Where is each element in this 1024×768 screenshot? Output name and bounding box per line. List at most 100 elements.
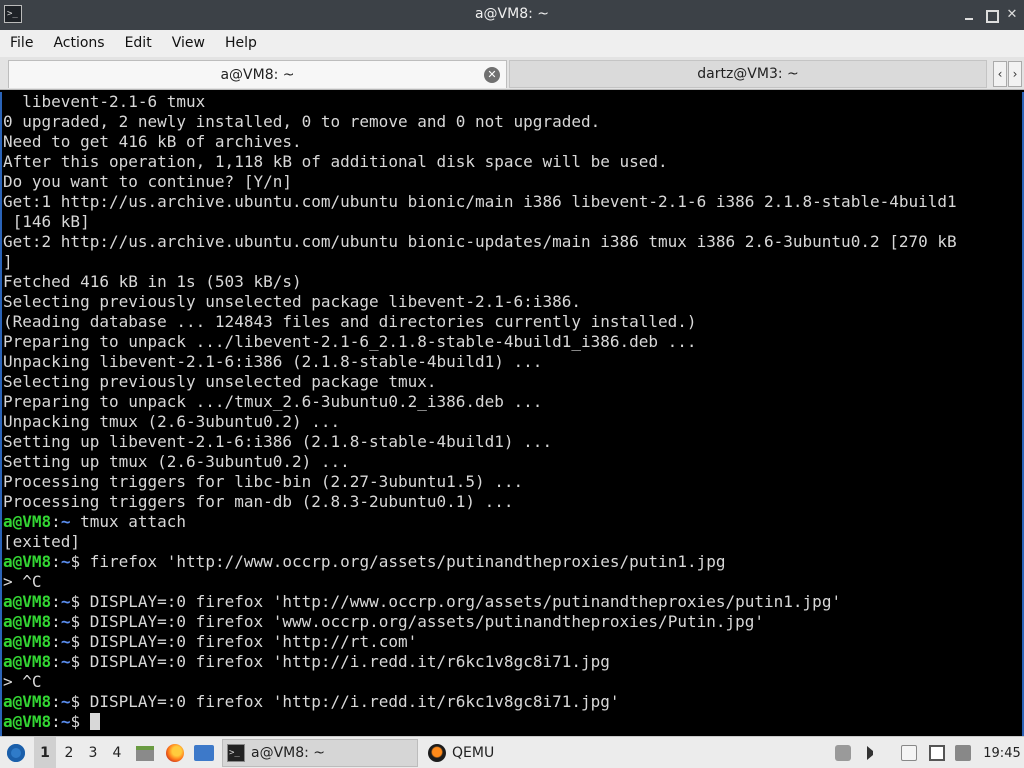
menu-view[interactable]: View (162, 30, 215, 57)
terminal-line: Processing triggers for man-db (2.8.3-2u… (2, 492, 1022, 512)
terminal-line: a@VM8:~$ DISPLAY=:0 firefox 'www.occrp.o… (2, 612, 1022, 632)
prompt-user-host: a@VM8 (3, 692, 52, 711)
prompt-user-host: a@VM8 (3, 592, 52, 611)
prompt-path: ~ (60, 592, 71, 611)
prompt-path: ~ (60, 632, 71, 651)
prompt-path: ~ (60, 712, 71, 731)
tab-label: a@VM8: ~ (220, 66, 295, 83)
terminal-line-text: Processing triggers for libc-bin (2.27-3… (3, 472, 524, 491)
terminal-line-text: Selecting previously unselected package … (3, 372, 437, 391)
terminal-line: Selecting previously unselected package … (2, 372, 1022, 392)
network-icon[interactable] (926, 737, 948, 768)
window-titlebar[interactable]: >_ a@VM8: ~ ✕ (0, 0, 1024, 30)
prompt-user-host: a@VM8 (3, 652, 52, 671)
terminal-line: > ^C (2, 672, 1022, 692)
prompt-path: ~ (60, 612, 71, 631)
workspace-1-button[interactable]: 1 (34, 737, 56, 768)
terminal-line-text: Preparing to unpack .../tmux_2.6-3ubuntu… (3, 392, 543, 411)
terminal-line: After this operation, 1,118 kB of additi… (2, 152, 1022, 172)
terminal-line-text: ] (3, 252, 13, 271)
tab-scroll-left-button[interactable]: ‹ (993, 61, 1007, 87)
terminal-line-text: $ DISPLAY=:0 firefox 'http://www.occrp.o… (70, 592, 842, 611)
screenshot-icon[interactable] (832, 737, 854, 768)
terminal-line-text: Processing triggers for man-db (2.8.3-2u… (3, 492, 514, 511)
menu-file[interactable]: File (0, 30, 43, 57)
tab-a-vm8[interactable]: a@VM8: ~ ✕ (8, 60, 507, 88)
tab-bar: a@VM8: ~ ✕ dartz@VM3: ~ ‹ › (0, 57, 1024, 90)
update-icon[interactable] (952, 737, 974, 768)
terminal-line-text: 0 upgraded, 2 newly installed, 0 to remo… (3, 112, 601, 131)
tab-dartz-vm3[interactable]: dartz@VM3: ~ (509, 60, 987, 88)
tab-label: dartz@VM3: ~ (697, 66, 799, 82)
start-menu-icon[interactable] (4, 737, 28, 768)
terminal-line-text: [exited] (3, 532, 81, 551)
terminal-line: libevent-2.1-6 tmux (2, 92, 1022, 112)
prompt-path: ~ (60, 652, 71, 671)
terminal-line: Unpacking libevent-2.1-6:i386 (2.1.8-sta… (2, 352, 1022, 372)
show-desktop-icon[interactable] (191, 737, 217, 768)
prompt-separator: : (51, 512, 61, 531)
menu-actions[interactable]: Actions (43, 30, 114, 57)
terminal-line-text: Get:2 http://us.archive.ubuntu.com/ubunt… (3, 232, 957, 251)
terminal-line: a@VM8:~ tmux attach (2, 512, 1022, 532)
terminal-line-text: After this operation, 1,118 kB of additi… (3, 152, 668, 171)
terminal-line: Unpacking tmux (2.6-3ubuntu0.2) ... (2, 412, 1022, 432)
terminal-cursor (89, 713, 100, 730)
terminal-line-text: tmux attach (70, 512, 187, 531)
maximize-icon[interactable] (984, 8, 999, 23)
terminal-line: Preparing to unpack .../tmux_2.6-3ubuntu… (2, 392, 1022, 412)
prompt-user-host: a@VM8 (3, 512, 52, 531)
prompt-separator: : (51, 592, 61, 611)
workspace-4-button[interactable]: 4 (106, 737, 128, 768)
terminal-line: Processing triggers for libc-bin (2.27-3… (2, 472, 1022, 492)
prompt-user-host: a@VM8 (3, 632, 52, 651)
terminal-line-text: $ (70, 712, 90, 731)
prompt-separator: : (51, 552, 61, 571)
terminal-line: Do you want to continue? [Y/n] (2, 172, 1022, 192)
taskbar-task-qemu[interactable]: QEMU (424, 739, 620, 767)
task-label: a@VM8: ~ (251, 745, 326, 761)
terminal-line-text: Preparing to unpack .../libevent-2.1-6_2… (3, 332, 697, 351)
terminal-line-text: Fetched 416 kB in 1s (503 kB/s) (3, 272, 302, 291)
terminal-line: a@VM8:~$ firefox 'http://www.occrp.org/a… (2, 552, 1022, 572)
firefox-icon[interactable] (162, 737, 188, 768)
terminal-line-text: (Reading database ... 124843 files and d… (3, 312, 697, 331)
terminal-line: Fetched 416 kB in 1s (503 kB/s) (2, 272, 1022, 292)
prompt-path: ~ (60, 692, 71, 711)
terminal-line-text: Get:1 http://us.archive.ubuntu.com/ubunt… (3, 192, 957, 211)
terminal-line: a@VM8:~$ DISPLAY=:0 firefox 'http://www.… (2, 592, 1022, 612)
terminal-line: a@VM8:~$ DISPLAY=:0 firefox 'http://i.re… (2, 692, 1022, 712)
volume-icon[interactable] (862, 737, 884, 768)
clipboard-icon[interactable] (898, 737, 920, 768)
terminal-line-text: Unpacking libevent-2.1-6:i386 (2.1.8-sta… (3, 352, 543, 371)
prompt-user-host: a@VM8 (3, 712, 52, 731)
terminal-line: ] (2, 252, 1022, 272)
task-label: QEMU (452, 745, 495, 761)
workspace-3-button[interactable]: 3 (82, 737, 104, 768)
minimize-icon[interactable] (962, 8, 976, 22)
qemu-icon (428, 744, 446, 762)
prompt-user-host: a@VM8 (3, 552, 52, 571)
menu-bar: File Actions Edit View Help (0, 30, 1024, 57)
terminal-line-text: Need to get 416 kB of archives. (3, 132, 302, 151)
close-icon[interactable]: ✕ (1005, 8, 1019, 22)
terminal-line: Need to get 416 kB of archives. (2, 132, 1022, 152)
terminal-line-text: $ DISPLAY=:0 firefox 'www.occrp.org/asse… (70, 612, 765, 631)
taskbar-task-terminal[interactable]: >_ a@VM8: ~ (222, 739, 418, 767)
prompt-separator: : (51, 612, 61, 631)
menu-help[interactable]: Help (215, 30, 267, 57)
terminal-line: > ^C (2, 572, 1022, 592)
terminal-line: Get:2 http://us.archive.ubuntu.com/ubunt… (2, 232, 1022, 252)
terminal-line: (Reading database ... 124843 files and d… (2, 312, 1022, 332)
prompt-path: ~ (60, 512, 71, 531)
menu-edit[interactable]: Edit (115, 30, 162, 57)
terminal-line: Selecting previously unselected package … (2, 292, 1022, 312)
terminal-line: Setting up libevent-2.1-6:i386 (2.1.8-st… (2, 432, 1022, 452)
tab-close-icon[interactable]: ✕ (484, 67, 500, 83)
tab-scroll-right-button[interactable]: › (1008, 61, 1022, 87)
terminal-output[interactable]: libevent-2.1-6 tmux 0 upgraded, 2 newly i… (0, 92, 1024, 736)
files-icon[interactable] (132, 737, 158, 768)
clock[interactable]: 19:45 (980, 737, 1024, 768)
terminal-line-text: Setting up tmux (2.6-3ubuntu0.2) ... (3, 452, 350, 471)
workspace-2-button[interactable]: 2 (58, 737, 80, 768)
